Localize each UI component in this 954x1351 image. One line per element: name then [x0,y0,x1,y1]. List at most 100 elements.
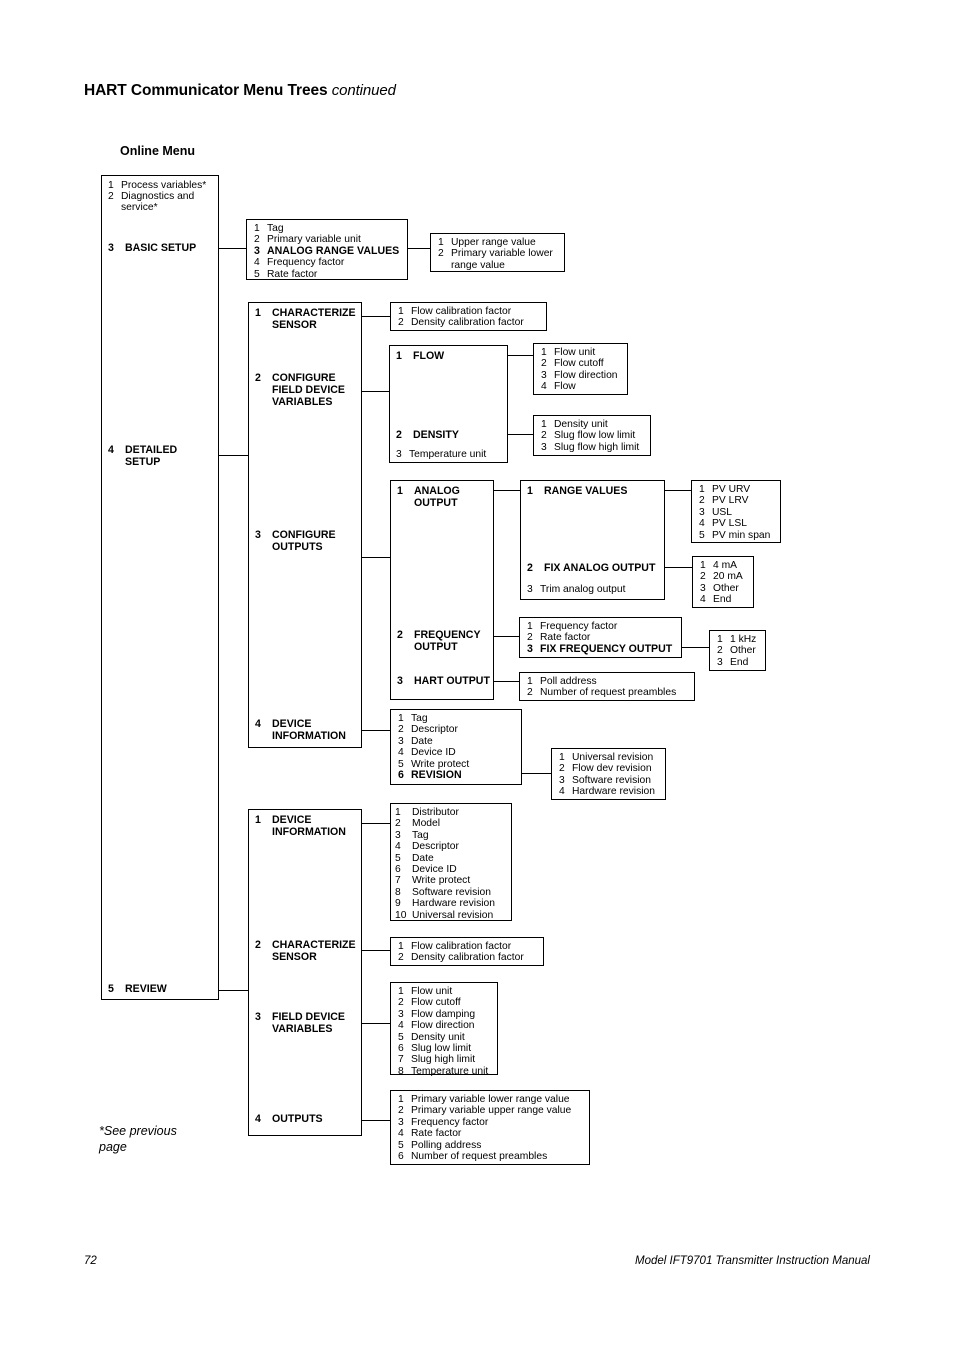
list-item[interactable]: 3 Software revision [559,775,659,786]
list-item[interactable]: 4 Frequency factor [254,257,401,268]
item-label: FIX ANALOG OUTPUT [544,562,656,574]
rv-item-2-characterize-sensor[interactable]: 2 CHARACTERIZE SENSOR [255,939,356,963]
list-item[interactable]: 2 Primary variable lower range value [438,248,558,271]
list-item[interactable]: 5 Rate factor [254,269,401,280]
fdv-item-2-density[interactable]: 2 DENSITY [396,429,459,441]
item-label: Frequency factor [267,257,345,269]
online-menu-item-4-detailed-setup[interactable]: 4 DETAILED SETUP [108,444,177,468]
list-item[interactable]: 2 Flow dev revision [559,763,659,774]
list-item[interactable]: 1 4 mA [700,560,747,571]
list-item[interactable]: 5 Density unit [398,1032,491,1043]
list-item[interactable]: 2 Density calibration factor [398,952,537,963]
list-item[interactable]: 5 Date [395,853,505,864]
list-item[interactable]: 1 Upper range value [438,237,558,248]
list-item[interactable]: 1 PV URV [699,484,774,495]
list-item[interactable]: 2 Descriptor [398,724,515,735]
list-item[interactable]: 4 End [700,594,747,605]
list-item[interactable]: 1 Flow unit [398,986,491,997]
list-item[interactable]: 3 USL [699,507,774,518]
ds-item-3-configure-outputs[interactable]: 3 CONFIGURE OUTPUTS [255,529,336,553]
list-item[interactable]: 4 Hardware revision [559,786,659,797]
ao-item-3-trim-analog-output[interactable]: 3 Trim analog output [527,584,625,595]
list-item[interactable]: 1 Flow calibration factor [398,306,540,317]
item-number: 5 [395,852,401,864]
ds-item-2-configure-field-device-variables[interactable]: 2 CONFIGURE FIELD DEVICE VARIABLES [255,372,345,409]
list-item[interactable]: 2 Model [395,818,505,829]
item-label: Descriptor [411,724,458,736]
list-item[interactable]: 2 20 mA [700,571,747,582]
list-item[interactable]: 3 Other [700,583,747,594]
online-menu-item-1[interactable]: 1 Process variables* [108,180,206,191]
list-item[interactable]: 1 Frequency factor [527,621,675,632]
list-item[interactable]: 2 Flow cutoff [541,358,621,369]
ao-item-1-range-values[interactable]: 1 RANGE VALUES [527,485,627,497]
ao-item-2-fix-analog-output[interactable]: 2 FIX ANALOG OUTPUT [527,562,655,574]
list-item[interactable]: 5 PV min span [699,530,774,541]
list-item[interactable]: 3 Date [398,736,515,747]
list-item[interactable]: 1 1 kHz [717,634,759,645]
list-item[interactable]: 5 Polling address [398,1140,583,1151]
list-item[interactable]: 1 Flow unit [541,347,621,358]
list-item[interactable]: 1 Distributor [395,807,505,818]
list-item[interactable]: 2 Density calibration factor [398,317,540,328]
item-number: 1 [396,350,402,362]
list-item[interactable]: 1 Universal revision [559,752,659,763]
list-item[interactable]: 2 Other [717,645,759,656]
list-item[interactable]: 4 Device ID [398,747,515,758]
online-menu-item-2[interactable]: 2 Diagnostics and service* [108,191,194,214]
item-label: Date [411,735,433,747]
list-item[interactable]: 2 Number of request preambles [527,687,688,698]
list-item[interactable]: 3 Slug flow high limit [541,442,644,453]
rv-item-3-field-device-variables[interactable]: 3 FIELD DEVICE VARIABLES [255,1011,345,1035]
list-item[interactable]: 2 Primary variable upper range value [398,1105,583,1116]
ds-item-1-characterize-sensor[interactable]: 1 CHARACTERIZE SENSOR [255,307,356,331]
list-item[interactable]: 2 Flow cutoff [398,997,491,1008]
fdv-item-1-flow[interactable]: 1 FLOW [396,350,444,362]
list-item[interactable]: 10 Universal revision [395,910,505,921]
list-item[interactable]: 2 Slug flow low limit [541,430,644,441]
list-item[interactable]: 4 Flow direction [398,1020,491,1031]
list-item[interactable]: 3 Flow damping [398,1009,491,1020]
co-item-2-frequency-output[interactable]: 2 FREQUENCY OUTPUT [397,629,481,653]
list-item[interactable]: 3 Tag [395,830,505,841]
online-menu-item-5-review[interactable]: 5 REVIEW [108,983,167,995]
list-item[interactable]: 3 Frequency factor [398,1117,583,1128]
list-item[interactable]: 4 PV LSL [699,518,774,529]
list-item[interactable]: 4 Descriptor [395,841,505,852]
list-item[interactable]: 3 Flow direction [541,370,621,381]
co-item-3-hart-output[interactable]: 3 HART OUTPUT [397,675,490,687]
list-item[interactable]: 2 PV LRV [699,495,774,506]
online-menu-item-3-basic-setup[interactable]: 3 BASIC SETUP [108,242,196,254]
list-item[interactable]: 9 Hardware revision [395,898,505,909]
item-label: CHARACTERIZE SENSOR [272,307,356,332]
list-item[interactable]: 1 Tag [254,223,401,234]
list-item[interactable]: 6 Slug low limit [398,1043,491,1054]
list-item[interactable]: 7 Slug high limit [398,1054,491,1065]
list-item[interactable]: 4 Flow [541,381,621,392]
item-number: 2 [398,724,404,736]
list-item[interactable]: 3 End [717,657,759,668]
list-item-fix-frequency-output[interactable]: 3 FIX FREQUENCY OUTPUT [527,643,675,655]
item-number: 2 [541,358,547,370]
list-item[interactable]: 1 Tag [398,713,515,724]
list-item[interactable]: 8 Temperature unit [398,1066,491,1077]
list-item[interactable]: 1 Flow calibration factor [398,941,537,952]
list-item[interactable]: 6 Device ID [395,864,505,875]
list-item-revision[interactable]: 6 REVISION [398,769,515,781]
list-item[interactable]: 7 Write protect [395,875,505,886]
rv-item-1-device-information[interactable]: 1 DEVICE INFORMATION [255,814,346,838]
co-item-1-analog-output[interactable]: 1 ANALOG OUTPUT [397,485,460,509]
list-item[interactable]: 6 Number of request preambles [398,1151,583,1162]
item-number: 3 [559,774,565,786]
item-number: 2 [255,939,261,951]
list-item[interactable]: 1 Primary variable lower range value [398,1094,583,1105]
list-item[interactable]: 1 Density unit [541,419,644,430]
list-item[interactable]: 4 Rate factor [398,1128,583,1139]
item-number: 1 [255,814,261,826]
list-item-analog-range-values[interactable]: 3 ANALOG RANGE VALUES [254,245,401,257]
list-item[interactable]: 8 Software revision [395,887,505,898]
rv-item-4-outputs[interactable]: 4 OUTPUTS [255,1113,323,1125]
ds-item-4-device-information[interactable]: 4 DEVICE INFORMATION [255,718,346,742]
fdv-item-3-temperature-unit[interactable]: 3 Temperature unit [396,449,486,460]
list-item[interactable]: 1 Poll address [527,676,688,687]
